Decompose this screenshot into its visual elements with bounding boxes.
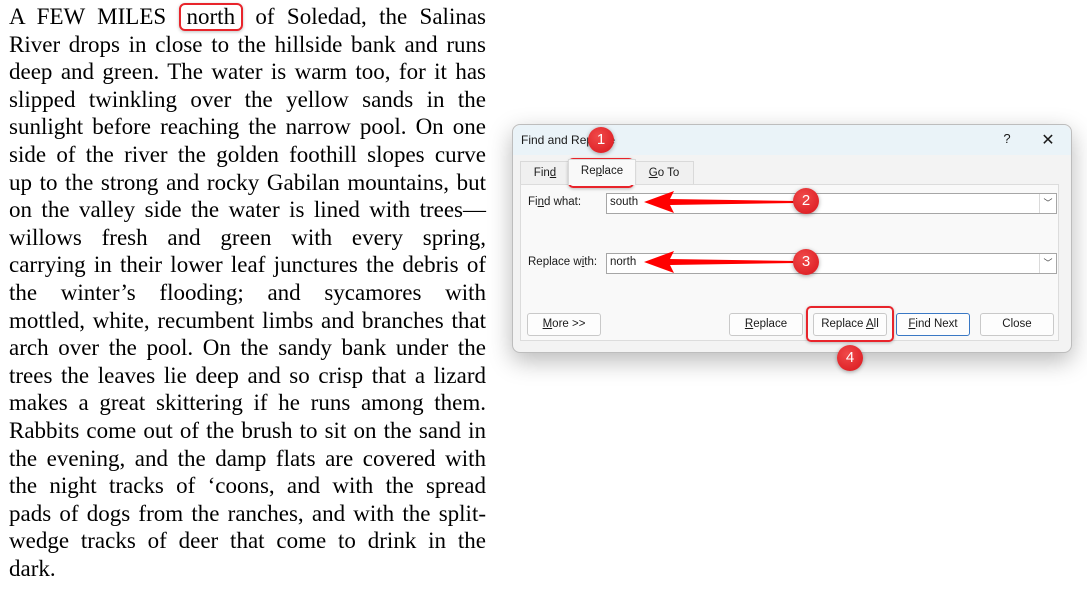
button-label: Close: [1002, 318, 1032, 330]
find-replace-dialog: Find and Replace ? ✕ Find Replace Go To …: [512, 124, 1072, 353]
document-line: up to the strong and rocky Gabilan mount…: [9, 169, 486, 195]
button-label: eplace: [753, 318, 788, 330]
step-badge-4: 4: [837, 345, 863, 371]
line-text: of Soledad, the Salinas: [243, 4, 486, 29]
document-line: willows fresh and green with every sprin…: [9, 224, 486, 250]
annotation-highlight-replace-all: [806, 306, 894, 342]
document-line: wedge tracks of deer that come to drink …: [9, 528, 486, 554]
document-line: on the valley side the water is lined wi…: [9, 197, 486, 223]
tab-label: Fin: [533, 167, 550, 179]
tab-label: Re: [580, 165, 596, 177]
arrow-shape: [644, 191, 796, 213]
document-paragraph: A FEW MILES north of Soledad, the Salina…: [9, 3, 486, 582]
document-line: mottled, white, recumbent limbs and bran…: [9, 307, 486, 333]
step-badge-2: 2: [793, 188, 819, 214]
tab-label: lace: [602, 165, 624, 177]
label-text: d what:: [544, 196, 582, 208]
document-line: Rabbits come out of the brush to sit on …: [9, 417, 486, 443]
tab-find[interactable]: Find: [520, 161, 570, 185]
find-next-button[interactable]: Find Next: [896, 313, 970, 336]
button-accel: M: [542, 318, 553, 330]
arrow-shape: [644, 251, 796, 273]
document-line: the night tracks of ‘coons, and with the…: [9, 473, 486, 499]
arrow-left-icon: [644, 251, 796, 273]
document-line: arch over the pool. On the sandy bank un…: [9, 335, 486, 361]
line-text: A FEW MILES: [9, 4, 179, 29]
button-accel: R: [744, 318, 754, 330]
tab-label: o To: [657, 167, 680, 179]
document-line: makes a great skittering if he runs amon…: [9, 390, 486, 416]
chevron-down-icon[interactable]: ﹀: [1039, 254, 1056, 273]
document-line: deep and green. The water is warm too, f…: [9, 59, 486, 85]
help-button[interactable]: ?: [997, 131, 1017, 149]
tab-replace[interactable]: Replace: [568, 159, 636, 185]
close-button[interactable]: Close: [980, 313, 1054, 336]
document-line: slipped twinkling over the yellow sands …: [9, 86, 486, 112]
replace-with-label: Replace with:: [528, 256, 597, 268]
document-line: side of the river the golden foothill sl…: [9, 141, 486, 167]
button-label: ind Next: [915, 318, 958, 330]
label-text: Fi: [528, 196, 538, 208]
replace-button[interactable]: Replace: [729, 313, 803, 336]
tab-goto[interactable]: Go To: [634, 161, 694, 185]
label-text: Replace w: [528, 256, 582, 268]
highlighted-word: north: [178, 3, 244, 31]
more-button[interactable]: More >>: [527, 313, 601, 336]
arrow-left-icon: [644, 191, 796, 213]
document-line: sunlight before reaching the narrow pool…: [9, 114, 486, 140]
document-line: trees the leaves lie deep and so crisp t…: [9, 362, 486, 388]
chevron-down-icon[interactable]: ﹀: [1039, 194, 1056, 213]
document-line: carrying in their lower leaf junctures t…: [9, 252, 486, 278]
document-line: A FEW MILES north of Soledad, the Salina…: [9, 3, 486, 31]
step-badge-1: 1: [588, 127, 614, 153]
replace-with-value: north: [610, 256, 637, 268]
button-label: ore >>: [552, 318, 586, 330]
close-icon[interactable]: ✕: [1037, 130, 1059, 150]
tab-label-accel: d: [549, 167, 557, 179]
document-line: dark.: [9, 555, 56, 581]
tab-label-accel: G: [648, 167, 658, 179]
find-what-label: Find what:: [528, 196, 581, 208]
document-line: River drops in close to the hillside ban…: [9, 31, 486, 57]
label-text: th:: [584, 256, 598, 268]
find-what-value: south: [610, 196, 639, 208]
step-badge-3: 3: [793, 249, 819, 275]
document-line: the evening, and the damp flats are cove…: [9, 445, 486, 471]
document-line: the winter’s flooding; and sycamores wit…: [9, 279, 486, 305]
document-line: pads of dogs from the ranches, and with …: [9, 500, 486, 526]
